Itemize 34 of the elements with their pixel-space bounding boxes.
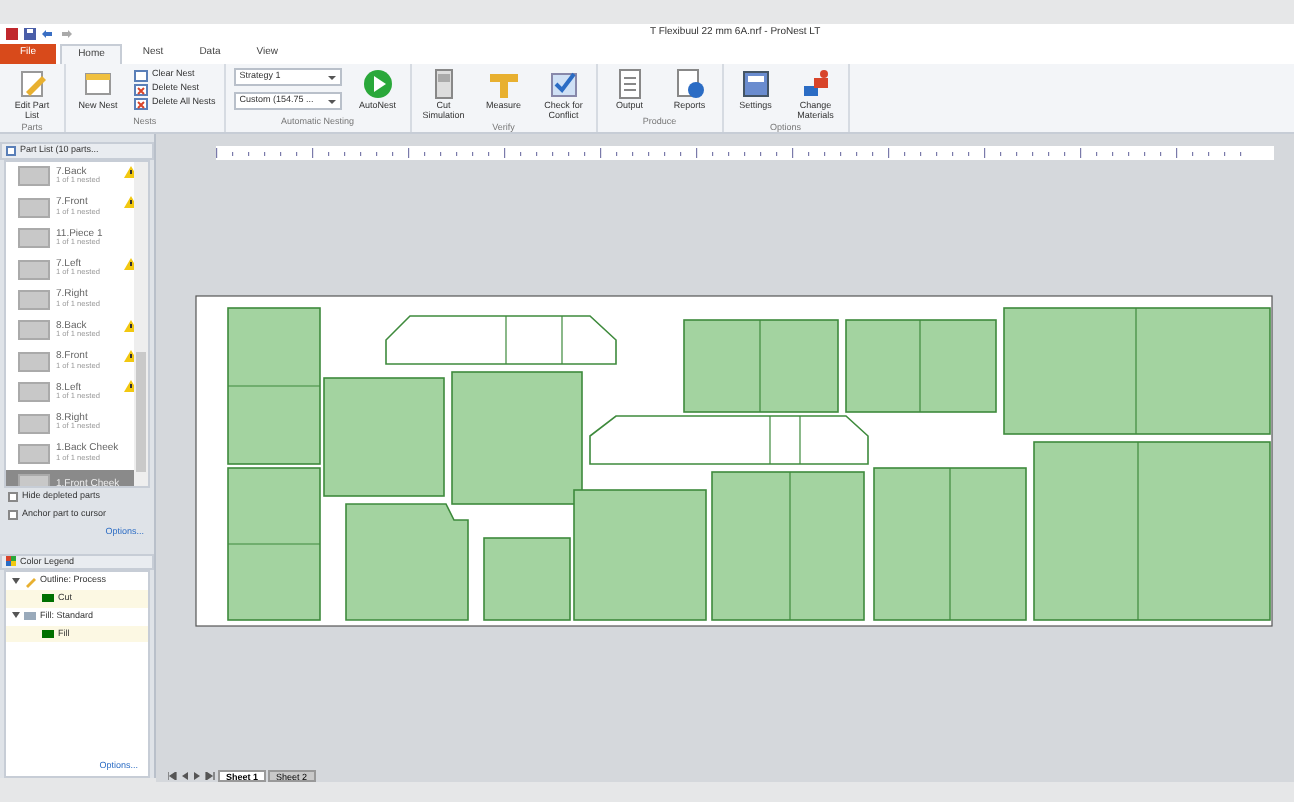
part-shape bbox=[323, 377, 445, 497]
collapse-icon[interactable] bbox=[12, 612, 20, 621]
sheet-icon bbox=[134, 69, 148, 81]
part-thumbnail-icon bbox=[18, 290, 50, 310]
part-thumbnail-icon bbox=[18, 197, 50, 218]
next-icon[interactable] bbox=[192, 772, 202, 780]
caret-icon bbox=[327, 75, 336, 79]
part-thumbnail-icon bbox=[18, 382, 50, 403]
part-thumbnail-icon bbox=[18, 259, 50, 280]
last-icon[interactable] bbox=[204, 772, 216, 780]
checkbox[interactable] bbox=[8, 509, 18, 520]
undo-icon[interactable] bbox=[42, 27, 54, 39]
part-shape bbox=[451, 371, 583, 505]
part-thumbnail-icon bbox=[18, 166, 50, 187]
checkbox[interactable] bbox=[8, 492, 18, 503]
caret-icon bbox=[327, 99, 336, 103]
pencil-icon bbox=[24, 575, 36, 588]
part-shape bbox=[345, 503, 469, 621]
previous-icon[interactable] bbox=[180, 772, 190, 780]
app-icon[interactable] bbox=[6, 27, 18, 39]
legend-icon bbox=[6, 556, 16, 567]
part-thumbnail-icon bbox=[18, 413, 50, 434]
collapse-icon[interactable] bbox=[12, 577, 20, 586]
save-icon[interactable] bbox=[24, 27, 36, 39]
part-thumbnail-icon bbox=[18, 443, 50, 464]
fill-icon bbox=[24, 610, 36, 623]
part-thumbnail-icon bbox=[18, 320, 50, 341]
checkmark-icon bbox=[547, 68, 580, 100]
blocks-icon bbox=[799, 68, 832, 100]
part-thumbnail-icon bbox=[18, 351, 50, 372]
first-icon[interactable] bbox=[168, 772, 178, 780]
part-thumbnail-icon bbox=[18, 228, 50, 249]
panel-icon bbox=[6, 145, 16, 156]
ruler-icon bbox=[487, 68, 520, 100]
